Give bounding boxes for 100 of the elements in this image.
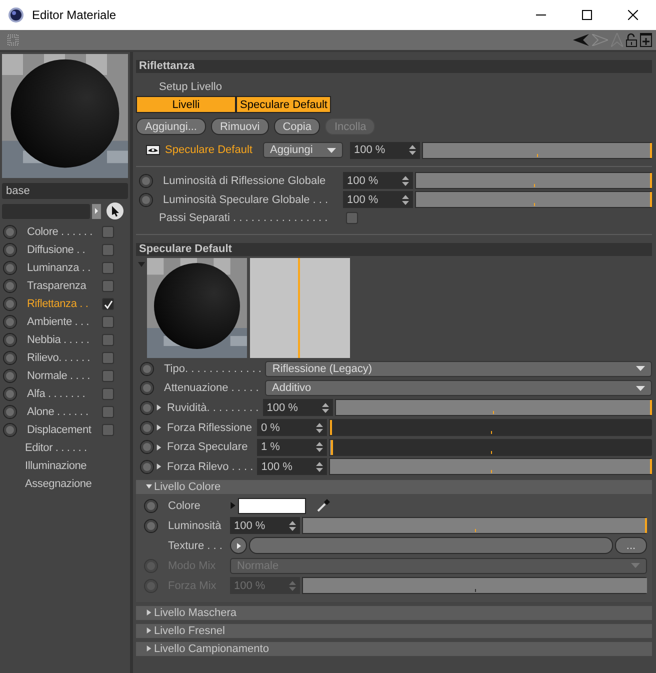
checkbox[interactable] [102, 316, 114, 328]
keyframe-toggle[interactable] [3, 297, 17, 311]
caret-icon[interactable] [636, 386, 645, 391]
checkbox[interactable] [102, 298, 114, 310]
arrow-button[interactable] [92, 204, 101, 218]
keyframe-toggle[interactable] [139, 192, 153, 206]
dropdown[interactable]: Riflessione (Legacy) [265, 360, 652, 377]
spinner-icon[interactable] [402, 194, 409, 204]
new-panel-icon[interactable] [640, 33, 652, 47]
expand-icon[interactable] [156, 463, 162, 470]
checkbox[interactable] [102, 334, 114, 346]
name-field[interactable]: base [2, 183, 128, 199]
keyframe-toggle[interactable] [140, 381, 154, 396]
dropdown[interactable]: Aggiungi [263, 142, 343, 158]
keyframe-toggle[interactable] [139, 174, 153, 188]
eyedropper-icon[interactable] [316, 498, 330, 513]
channel-item[interactable]: Editor . . . . . . [25, 442, 87, 454]
checkbox[interactable] [102, 406, 114, 418]
spinner-icon[interactable] [289, 520, 296, 531]
section-header[interactable]: Livello Maschera [136, 606, 652, 620]
grip-icon[interactable] [7, 34, 19, 46]
keyframe-toggle[interactable] [3, 315, 17, 329]
channel-item[interactable]: Nebbia . . . . . [27, 334, 97, 346]
expand-icon[interactable] [156, 444, 162, 451]
number-field[interactable]: 100 % [230, 517, 300, 534]
checkbox[interactable] [102, 424, 114, 436]
caret-icon[interactable] [146, 645, 152, 652]
checkbox[interactable] [102, 352, 114, 364]
number-field[interactable]: 100 % [257, 458, 328, 476]
lock-icon[interactable] [626, 33, 637, 47]
section-header[interactable]: Livello Campionamento [136, 642, 652, 656]
channel-item[interactable]: Illuminazione [25, 460, 87, 472]
section-header[interactable]: Livello Colore [136, 480, 652, 494]
keyframe-toggle[interactable] [144, 518, 158, 533]
slider[interactable] [329, 419, 652, 436]
expand-icon[interactable] [156, 424, 162, 432]
spinner-icon[interactable] [316, 422, 323, 433]
channel-item[interactable]: Colore . . . . . . [27, 226, 97, 238]
channel-item[interactable]: Ambiente . . . [27, 316, 97, 328]
checkbox[interactable] [102, 370, 114, 382]
keyframe-toggle[interactable] [3, 333, 17, 347]
dropdown[interactable]: Additivo [265, 380, 652, 396]
channel-item[interactable]: Diffusione . . [27, 244, 97, 256]
keyframe-toggle[interactable] [3, 423, 17, 437]
slider[interactable] [329, 438, 652, 456]
caret-icon[interactable] [146, 609, 152, 616]
layer-name[interactable]: Speculare Default [165, 144, 261, 156]
browse-button[interactable]: ... [615, 537, 647, 554]
channel-item[interactable]: Alone . . . . . . [27, 406, 97, 418]
keyframe-toggle[interactable] [3, 387, 17, 401]
channel-item[interactable]: Rilievo. . . . . . [27, 352, 97, 364]
action-button[interactable]: Aggiungi... [136, 118, 206, 135]
keyframe-toggle[interactable] [140, 362, 154, 376]
channel-item[interactable]: Assegnazione [25, 478, 92, 490]
keyframe-toggle[interactable] [3, 225, 17, 239]
pointer-icon[interactable] [106, 202, 124, 220]
channel-item[interactable]: Luminanza . . [27, 262, 97, 274]
keyframe-toggle[interactable] [140, 460, 154, 474]
number-field[interactable]: 100 % [262, 399, 333, 416]
spinner-icon[interactable] [409, 145, 416, 155]
keyframe-toggle[interactable] [3, 261, 17, 275]
channel-item[interactable]: Alfa . . . . . . . [27, 388, 97, 400]
keyframe-toggle[interactable] [140, 400, 154, 415]
caret-icon[interactable] [327, 148, 336, 152]
number-field[interactable]: 100 % [343, 172, 413, 189]
play-button[interactable] [230, 537, 247, 554]
keyframe-toggle[interactable] [3, 279, 17, 293]
checkbox[interactable] [102, 226, 114, 238]
texture-field[interactable] [249, 537, 613, 554]
channel-item[interactable]: Trasparenza [27, 280, 97, 292]
keyframe-toggle[interactable] [3, 243, 17, 257]
channel-item[interactable]: Displacement [27, 424, 97, 436]
number-field[interactable]: 1 % [257, 438, 327, 456]
checkbox[interactable] [346, 212, 358, 224]
caret-icon[interactable] [636, 366, 645, 372]
keyframe-toggle[interactable] [3, 405, 17, 419]
back-arrow-icon[interactable] [573, 34, 589, 46]
channel-item[interactable]: Normale . . . . [27, 370, 97, 382]
keyframe-toggle[interactable] [140, 440, 154, 454]
action-button[interactable]: Rimuovi [210, 118, 269, 135]
action-button[interactable]: Copia [274, 118, 320, 135]
section-header[interactable]: Livello Fresnel [136, 624, 652, 638]
checkbox[interactable] [102, 262, 114, 274]
expand-icon[interactable] [156, 404, 162, 412]
caret-icon[interactable] [146, 483, 152, 490]
number-field[interactable]: 100 % [343, 191, 413, 208]
spinner-icon[interactable] [322, 402, 329, 413]
checkbox[interactable] [102, 280, 114, 292]
keyframe-toggle[interactable] [140, 420, 154, 435]
checkbox[interactable] [102, 388, 114, 400]
spinner-icon[interactable] [316, 462, 324, 472]
keyframe-toggle[interactable] [3, 369, 17, 383]
checkbox[interactable] [102, 244, 114, 256]
tab[interactable]: Livelli [136, 96, 236, 113]
caret-icon[interactable] [146, 627, 152, 634]
spinner-icon[interactable] [402, 176, 409, 186]
spinner-icon[interactable] [316, 442, 323, 452]
keyframe-toggle[interactable] [3, 351, 17, 365]
keyframe-toggle[interactable] [144, 498, 158, 513]
channel-item[interactable]: Riflettanza . . [27, 298, 97, 310]
